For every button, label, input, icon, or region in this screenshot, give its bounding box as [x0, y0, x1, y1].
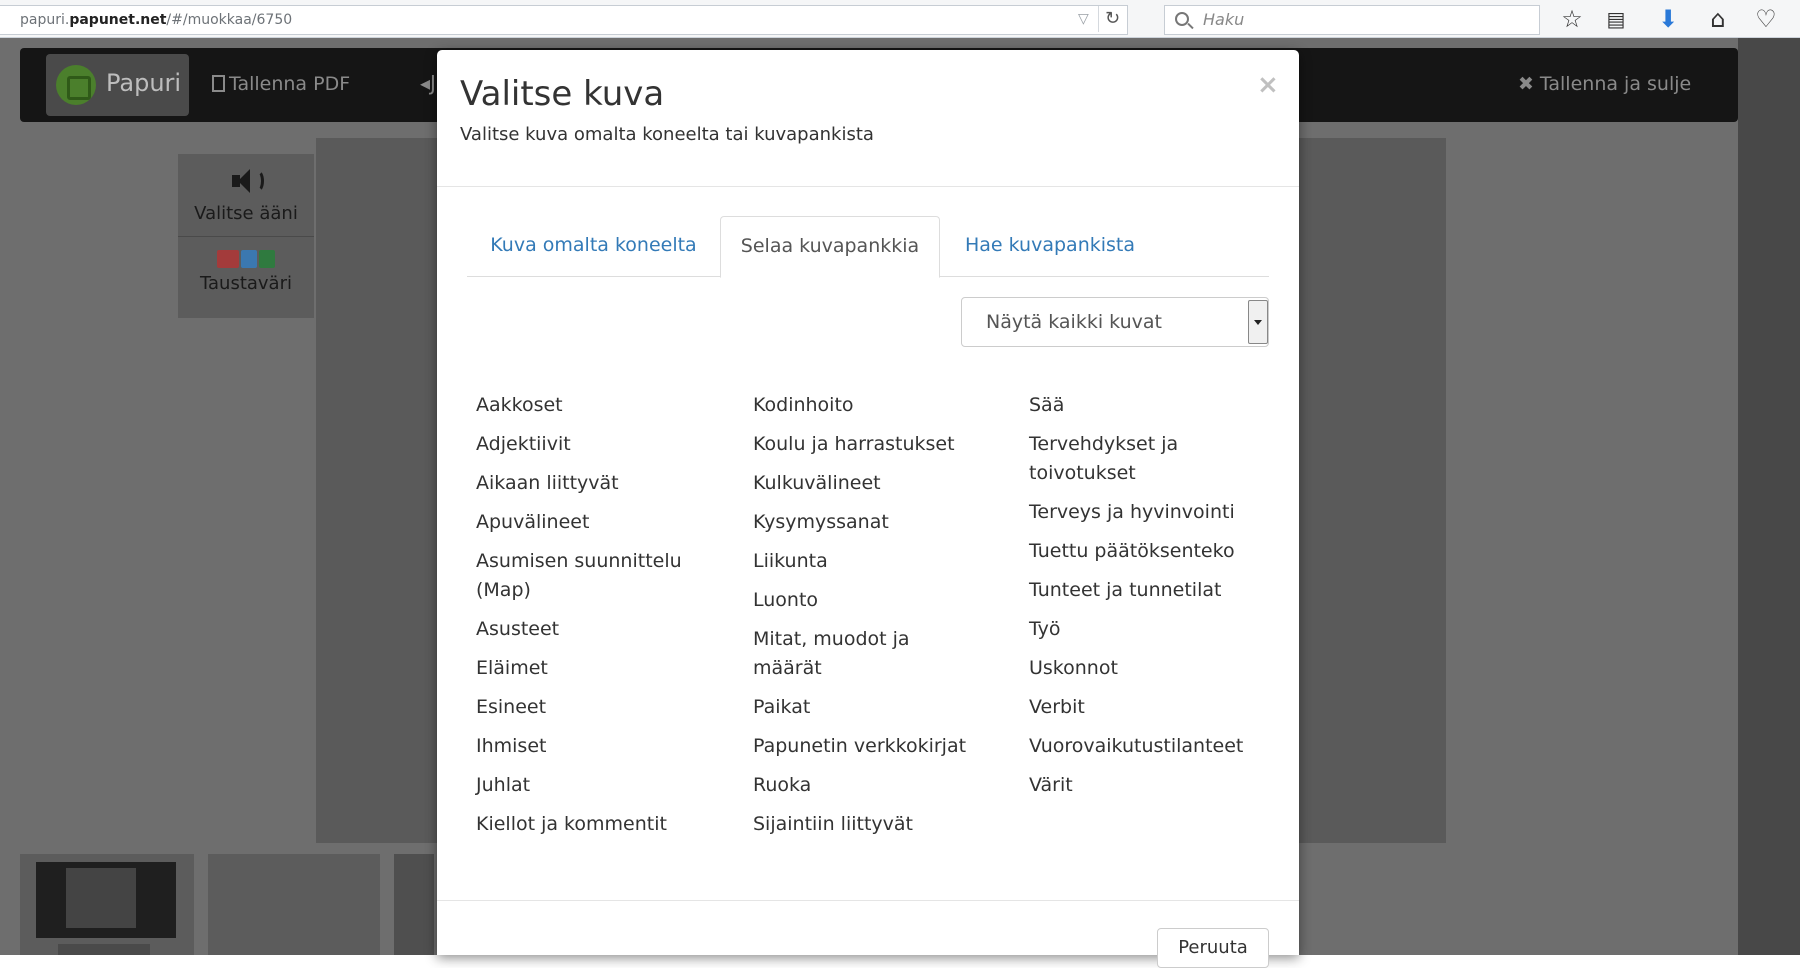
category-link[interactable]: Kodinhoito	[753, 391, 983, 420]
tab-own-computer[interactable]: Kuva omalta koneelta	[467, 216, 720, 277]
home-icon[interactable]: ⌂	[1702, 4, 1734, 34]
category-link[interactable]: Adjektiivit	[476, 430, 716, 459]
tab-browse-image-bank[interactable]: Selaa kuvapankkia	[720, 216, 940, 278]
cancel-button[interactable]: Peruuta	[1157, 928, 1269, 968]
modal-title: Valitse kuva	[460, 74, 665, 114]
category-link[interactable]: Asumisen suunnittelu (Map)	[476, 547, 716, 605]
category-link[interactable]: Aikaan liittyvät	[476, 469, 716, 498]
tab-search-image-bank[interactable]: Hae kuvapankista	[940, 216, 1160, 277]
speaker-icon	[226, 164, 266, 198]
category-link[interactable]: Eläimet	[476, 654, 716, 683]
category-link[interactable]: Terveys ja hyvinvointi	[1029, 498, 1265, 527]
image-filter-value: Näytä kaikki kuvat	[986, 311, 1162, 333]
category-link[interactable]: Kulkuvälineet	[753, 469, 983, 498]
category-link[interactable]: Tunteet ja tunnetilat	[1029, 576, 1265, 605]
url-path: /#/muokkaa/6750	[166, 12, 293, 28]
category-link[interactable]: Ruoka	[753, 771, 983, 800]
logo-text: Papuri	[106, 69, 182, 97]
page-thumbnail[interactable]	[394, 854, 434, 955]
browser-toolbar: papuri.papunet.net/#/muokkaa/6750 ▽ ↻ Ha…	[0, 0, 1800, 38]
url-history-dropdown-icon[interactable]: ▽	[1078, 6, 1089, 32]
choose-sound-label: Valitse ääni	[194, 203, 298, 224]
reading-list-icon[interactable]: ▤	[1600, 4, 1632, 34]
category-link[interactable]: Työ	[1029, 615, 1265, 644]
save-and-close-button[interactable]: ✖ Tallenna ja sulje	[1518, 73, 1691, 95]
url-domain: papunet.net	[69, 12, 167, 28]
close-icon[interactable]: ×	[1257, 70, 1279, 100]
side-divider	[178, 236, 314, 237]
category-link[interactable]: Asusteet	[476, 615, 716, 644]
category-link[interactable]: Aakkoset	[476, 391, 716, 420]
image-source-tabs: Kuva omalta koneelta Selaa kuvapankkia H…	[467, 216, 1269, 278]
save-pdf-button[interactable]: Tallenna PDF	[212, 73, 350, 95]
thumbnail-preview	[36, 862, 176, 938]
choose-image-modal: Valitse kuva Valitse kuva omalta koneelt…	[437, 50, 1299, 968]
image-filter-select[interactable]: Näytä kaikki kuvat	[961, 297, 1269, 347]
category-column-1: Aakkoset Adjektiivit Aikaan liittyvät Apuvä…	[476, 391, 716, 849]
modal-subtitle: Valitse kuva omalta koneelta tai kuvapan…	[460, 124, 874, 145]
papuri-logo-button[interactable]: Papuri	[46, 54, 189, 116]
download-icon[interactable]: ⬇	[1652, 4, 1684, 34]
reload-icon[interactable]: ↻	[1098, 6, 1126, 32]
category-link[interactable]: Tervehdykset ja toivotukset	[1029, 430, 1265, 488]
pdf-icon	[212, 75, 225, 92]
url-bar[interactable]: papuri.papunet.net/#/muokkaa/6750	[0, 5, 1128, 35]
category-link[interactable]: Uskonnot	[1029, 654, 1265, 683]
category-link[interactable]: Värit	[1029, 771, 1265, 800]
page-thumbnail[interactable]	[20, 854, 194, 955]
category-link[interactable]: Juhlat	[476, 771, 716, 800]
side-panel: Valitse ääni Taustaväri	[178, 154, 314, 318]
category-link[interactable]: Sää	[1029, 391, 1265, 420]
choose-sound-button[interactable]: Valitse ääni	[178, 164, 314, 224]
category-link[interactable]: Kysymyssanat	[753, 508, 983, 537]
modal-header-divider	[437, 186, 1299, 187]
category-column-3: Sää Tervehdykset ja toivotukset Terveys ja…	[1029, 391, 1265, 810]
category-link[interactable]: Liikunta	[753, 547, 983, 576]
category-link[interactable]: Ihmiset	[476, 732, 716, 761]
search-icon	[1175, 12, 1189, 26]
category-link[interactable]: Sijaintiin liittyvät	[753, 810, 983, 839]
url-prefix: papuri.	[20, 12, 70, 28]
thumbnail-caption-bar	[58, 944, 150, 955]
dropdown-arrow-icon[interactable]	[1248, 300, 1268, 344]
browser-search-input[interactable]: Haku	[1164, 5, 1540, 35]
save-pdf-label: Tallenna PDF	[229, 73, 351, 95]
right-panel-shade	[1738, 38, 1800, 955]
category-link[interactable]: Kiellot ja kommentit	[476, 810, 716, 839]
background-color-label: Taustaväri	[199, 273, 292, 294]
category-link[interactable]: Luonto	[753, 586, 983, 615]
bookmark-star-icon[interactable]: ☆	[1556, 4, 1588, 34]
close-x-icon: ✖	[1518, 73, 1534, 95]
category-link[interactable]: Mitat, muodot ja määrät	[753, 625, 983, 683]
pocket-icon[interactable]: ♡	[1750, 4, 1782, 34]
color-swatches-icon	[178, 250, 314, 273]
category-link[interactable]: Koulu ja harrastukset	[753, 430, 983, 459]
category-link[interactable]: Tuettu päätöksenteko	[1029, 537, 1265, 566]
category-link[interactable]: Papunetin verkkokirjat	[753, 732, 983, 761]
modal-footer-divider	[437, 900, 1299, 901]
category-link[interactable]: Apuvälineet	[476, 508, 716, 537]
category-column-2: Kodinhoito Koulu ja harrastukset Kulkuväli…	[753, 391, 983, 849]
category-link[interactable]: Esineet	[476, 693, 716, 722]
category-link[interactable]: Verbit	[1029, 693, 1265, 722]
category-link[interactable]: Paikat	[753, 693, 983, 722]
page-thumbnail[interactable]	[208, 854, 380, 955]
background-color-button[interactable]: Taustaväri	[178, 250, 314, 294]
category-link[interactable]: Vuorovaikutustilanteet	[1029, 732, 1265, 761]
save-and-close-label: Tallenna ja sulje	[1539, 73, 1692, 95]
papuri-logo-icon	[56, 65, 96, 105]
search-placeholder: Haku	[1203, 10, 1245, 29]
